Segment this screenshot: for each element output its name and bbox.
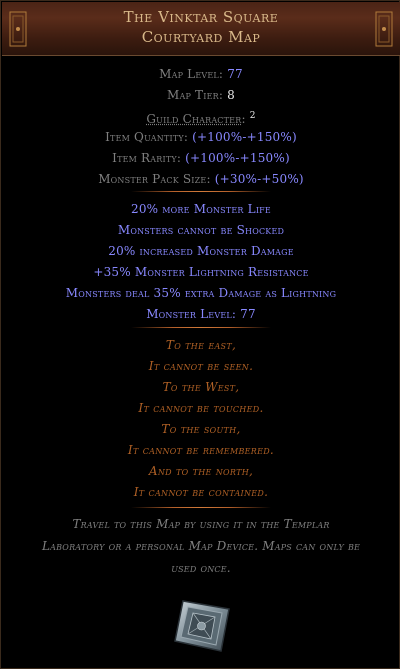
description-line: used once.	[171, 561, 231, 575]
map-item-icon[interactable]	[169, 591, 235, 657]
property-map-tier: Map Tier: 8	[167, 88, 235, 102]
guild-character-link[interactable]: Guild Character	[146, 112, 241, 126]
mod-line: 20% increased Monster Damage	[108, 244, 294, 258]
property-item-rarity: Item Rarity: (+100%-+150%)	[112, 151, 290, 165]
separator	[131, 327, 271, 328]
property-monster-pack-size: Monster Pack Size: (+30%-+50%)	[98, 172, 304, 186]
explicit-mods: 20% more Monster Life Monsters cannot be…	[1, 199, 400, 325]
flavour-line: To the West,	[162, 380, 240, 394]
separator	[131, 191, 271, 192]
flavour-text: To the east, It cannot be seen. To the W…	[1, 335, 400, 503]
flavour-line: It cannot be remembered.	[127, 443, 275, 457]
tooltip-header: The Vinktar Square Courtyard Map	[2, 2, 400, 56]
property-item-quantity: Item Quantity: (+100%-+150%)	[105, 130, 297, 144]
item-name: The Vinktar Square	[123, 8, 279, 26]
item-tooltip: The Vinktar Square Courtyard Map Map Lev…	[0, 0, 400, 669]
item-description: Travel to this Map by using it in the Te…	[17, 513, 385, 579]
mod-line: 20% more Monster Life	[131, 202, 271, 216]
flavour-line: And to the north,	[148, 464, 254, 478]
flavour-line: It cannot be touched.	[138, 401, 264, 415]
flavour-line: To the south,	[161, 422, 241, 436]
item-properties: Map Level: 77 Map Tier: 8 Guild Characte…	[1, 64, 400, 190]
mod-line: Monsters cannot be Shocked	[117, 223, 285, 237]
separator	[131, 507, 271, 508]
flavour-line: It cannot be seen.	[148, 359, 254, 373]
mod-line: Monster Level: 77	[146, 307, 256, 321]
description-line: Travel to this Map by using it in the Te…	[72, 517, 330, 531]
item-base-type: Courtyard Map	[141, 28, 261, 46]
mod-line: Monsters deal 35% extra Damage as Lightn…	[65, 286, 337, 300]
flavour-line: It cannot be contained.	[133, 485, 269, 499]
description-line: Laboratory or a personal Map Device. Map…	[41, 539, 361, 553]
header-ornament-left-icon	[9, 11, 27, 47]
header-ornament-right-icon	[375, 11, 393, 47]
property-guild-character: Guild Character: 2	[146, 111, 256, 126]
mod-line: +35% Monster Lightning Resistance	[93, 265, 309, 279]
property-map-level: Map Level: 77	[159, 67, 243, 81]
flavour-line: To the east,	[165, 338, 237, 352]
